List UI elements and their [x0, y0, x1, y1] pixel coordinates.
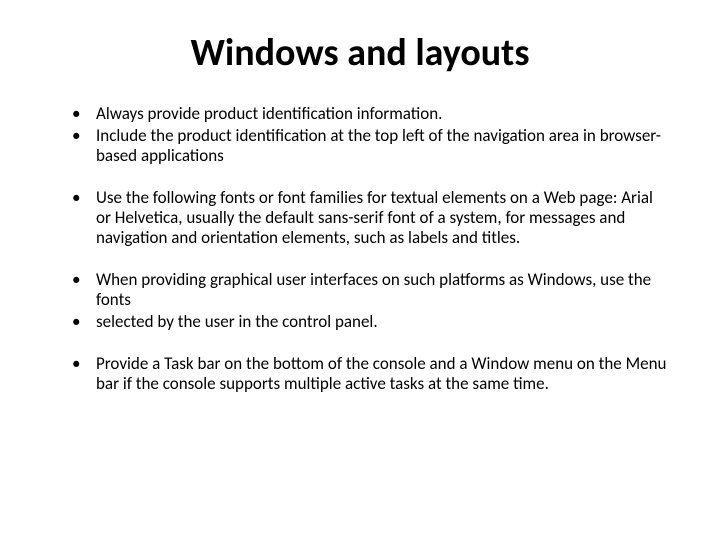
list-item: selected by the user in the control pane… [72, 312, 670, 332]
list-item: Use the following fonts or font families… [72, 188, 670, 248]
page-title: Windows and layouts [50, 30, 670, 76]
bullet-list: Always provide product identification in… [50, 104, 670, 395]
list-item: Provide a Task bar on the bottom of the … [72, 354, 670, 394]
list-item: When providing graphical user interfaces… [72, 270, 670, 310]
list-item: Always provide product identification in… [72, 104, 670, 124]
list-item: Include the product identification at th… [72, 126, 670, 166]
